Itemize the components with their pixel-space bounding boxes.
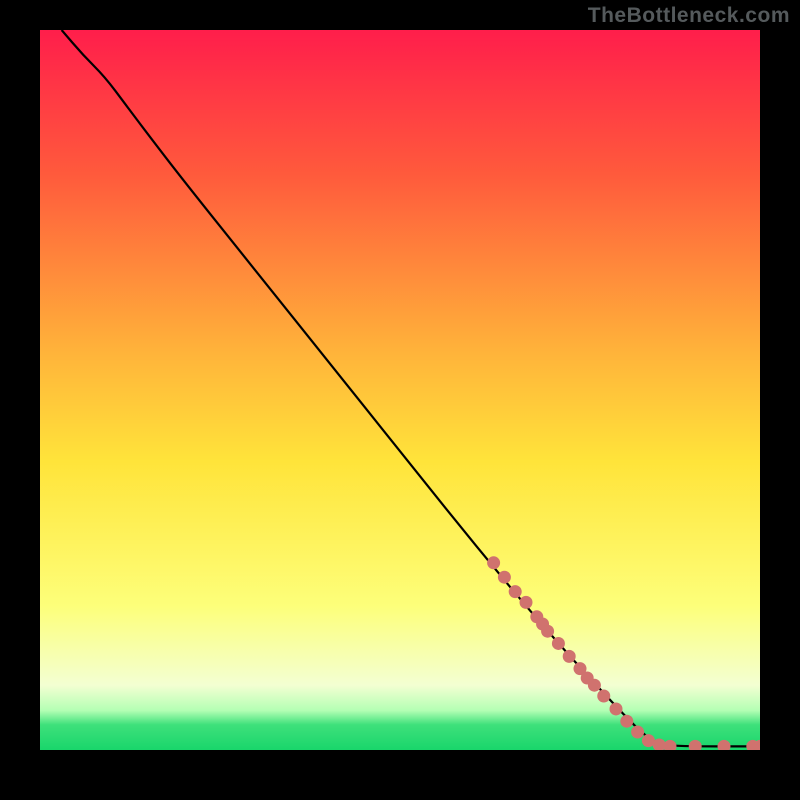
chart-svg <box>40 30 760 750</box>
data-marker <box>597 690 610 703</box>
data-marker <box>520 596 533 609</box>
data-marker <box>498 571 511 584</box>
data-marker <box>588 679 601 692</box>
data-marker <box>552 637 565 650</box>
data-marker <box>509 585 522 598</box>
plot-area <box>40 30 760 750</box>
data-marker <box>563 650 576 663</box>
data-marker <box>620 715 633 728</box>
gradient-background <box>40 30 760 750</box>
data-marker <box>541 625 554 638</box>
data-marker <box>631 726 644 739</box>
watermark-text: TheBottleneck.com <box>588 4 790 28</box>
data-marker <box>610 702 623 715</box>
chart-frame: TheBottleneck.com <box>0 0 800 800</box>
data-marker <box>487 556 500 569</box>
